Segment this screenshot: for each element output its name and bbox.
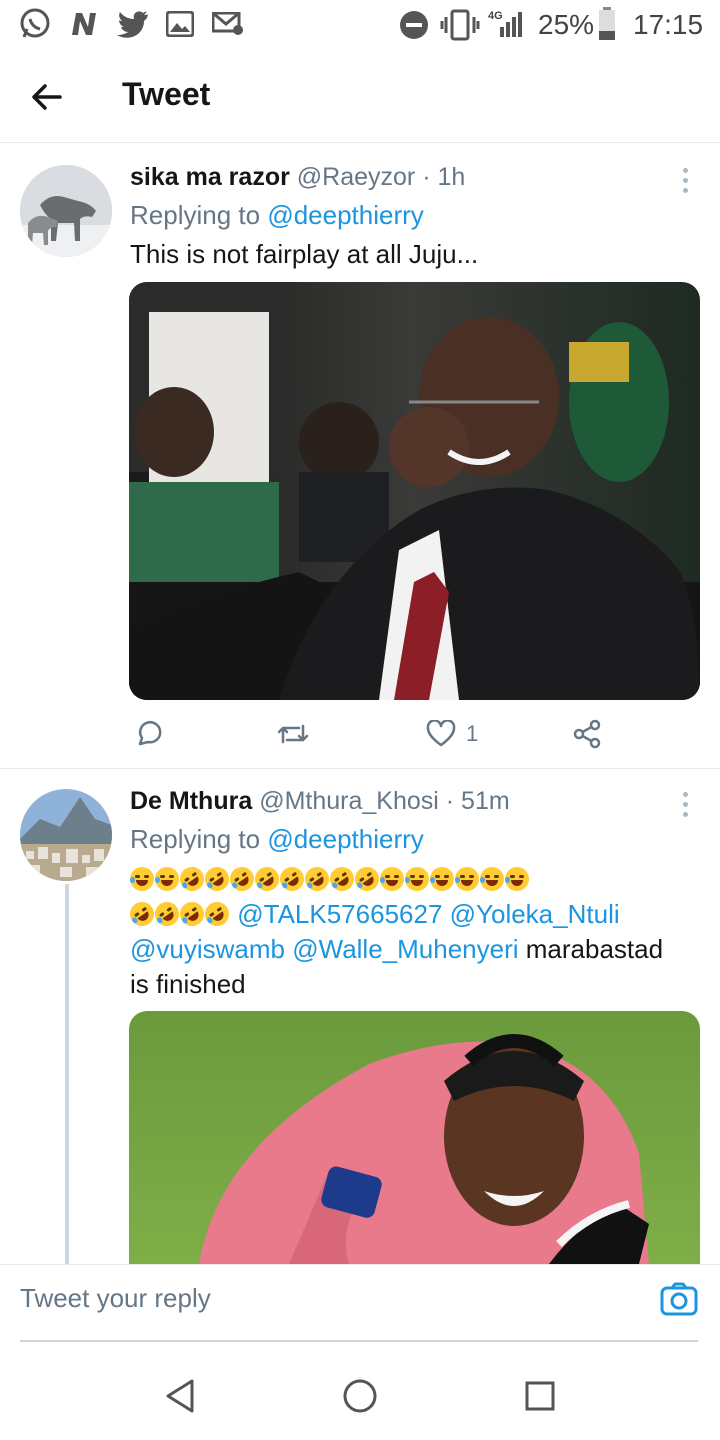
clock: 17:15 [633, 9, 704, 40]
replying-prefix: Replying to [130, 200, 268, 230]
author-name[interactable]: sika ma razor [130, 163, 290, 191]
laughing-man-photo [129, 282, 700, 700]
avatar[interactable] [20, 789, 112, 881]
author-handle[interactable]: @Raeyzor [297, 163, 415, 191]
replying-handle[interactable]: @deepthierry [267, 824, 423, 854]
tweet-text: This is not fairplay at all Juju... [130, 239, 479, 269]
mention-link[interactable]: @Walle_Muhenyeri [292, 934, 518, 964]
like-count: 1 [466, 721, 479, 746]
back-nav-icon[interactable] [164, 1378, 196, 1414]
rofl-emoji-icon [200, 897, 234, 931]
top-app-bar: Tweet [0, 50, 720, 143]
arrow-left-icon[interactable] [30, 80, 64, 114]
footballer-photo [129, 1011, 700, 1264]
tweet-time: · 51m [445, 787, 510, 815]
battery-icon [599, 7, 615, 40]
city-avatar-image [20, 789, 112, 881]
system-nav-bar [0, 1352, 720, 1440]
camera-icon[interactable] [660, 1281, 698, 1319]
replying-to: Replying to @deepthierry [130, 824, 424, 855]
page-title: Tweet [122, 76, 211, 112]
more-options-icon[interactable] [683, 168, 689, 198]
status-bar: 4G 25% 17:15 [0, 0, 720, 50]
tweet-body: @TALK57665627 @Yoleka_Ntuli @vuyiswamb @… [125, 897, 700, 1002]
tweet-text: @TALK57665627 @Yoleka_Ntuli @vuyiswamb @… [125, 862, 700, 1002]
reply-composer [0, 1264, 720, 1343]
tears-of-joy-emoji-icon [430, 867, 454, 891]
gallery-icon [166, 11, 194, 37]
tweet-text-tail: marabastad [525, 934, 664, 964]
share-icon [573, 719, 601, 749]
author-handle[interactable]: @Mthura_Khosi [259, 787, 439, 815]
tears-of-joy-emoji-icon [405, 867, 429, 891]
tweet-divider [0, 768, 720, 769]
battery-percent: 25% [538, 9, 595, 40]
mail-icon [212, 12, 243, 35]
tears-of-joy-emoji-icon [480, 867, 504, 891]
tears-of-joy-emoji-icon [505, 867, 529, 891]
signal-icon [500, 12, 522, 37]
reply-input[interactable] [20, 1283, 640, 1314]
twitter-icon [117, 11, 148, 38]
thread-line [65, 884, 69, 1264]
tears-of-joy-emoji-icon [155, 867, 179, 891]
mention-link[interactable]: @vuyiswamb [130, 934, 285, 964]
replying-to: Replying to @deepthierry [130, 200, 424, 231]
share-action[interactable] [573, 717, 603, 751]
tweet-text-end: is finished [130, 969, 246, 999]
recents-nav-icon[interactable] [524, 1380, 556, 1412]
mention-link[interactable]: @Yoleka_Ntuli [450, 899, 620, 929]
retweet-icon [277, 724, 309, 744]
tweet-author-line: De Mthura @Mthura_Khosi · 51m [130, 787, 510, 816]
author-name[interactable]: De Mthura [130, 787, 252, 815]
home-nav-icon[interactable] [342, 1378, 378, 1414]
vibrate-icon [440, 9, 480, 41]
rofl-emoji-icon [350, 862, 384, 896]
avatar[interactable] [20, 165, 112, 257]
tweet-time: · 1h [422, 163, 466, 191]
tweet-media-image[interactable] [129, 1011, 700, 1264]
tears-of-joy-emoji-icon [130, 867, 154, 891]
heart-icon [426, 720, 456, 747]
replying-prefix: Replying to [130, 824, 268, 854]
tweet-author-line: sika ma razor @Raeyzor · 1h [130, 163, 465, 192]
retweet-action[interactable] [276, 717, 310, 751]
wolf-avatar-image [20, 165, 112, 257]
whatsapp-icon [20, 8, 50, 38]
tweet-media-image[interactable] [129, 282, 700, 700]
news-icon [72, 13, 96, 35]
mention-link[interactable]: @TALK57665627 [237, 899, 442, 929]
reply-icon [138, 721, 162, 746]
more-options-icon[interactable] [683, 792, 689, 822]
tears-of-joy-emoji-icon [455, 867, 479, 891]
dnd-icon [400, 11, 428, 39]
like-action[interactable]: 1 [426, 717, 478, 751]
tears-of-joy-emoji-icon [380, 867, 404, 891]
reply-action[interactable] [134, 717, 162, 751]
replying-handle[interactable]: @deepthierry [267, 200, 423, 230]
reply-underline [20, 1340, 698, 1342]
emoji-row [130, 862, 700, 897]
